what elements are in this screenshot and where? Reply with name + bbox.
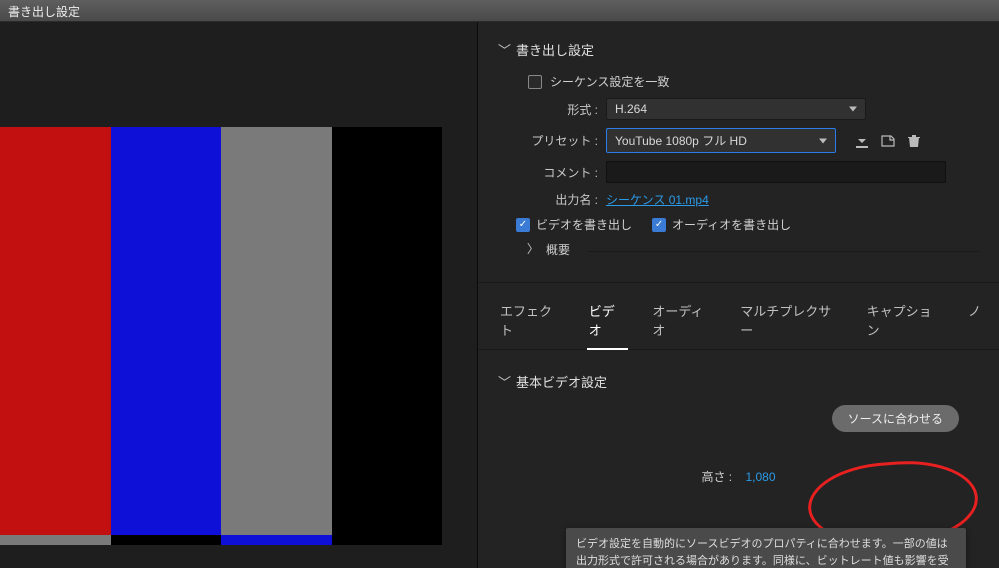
colorbars-bottom <box>0 535 442 545</box>
height-row: 高さ : 1,080 <box>498 468 979 485</box>
section-title: 書き出し設定 <box>516 40 594 59</box>
colorbar <box>332 535 443 545</box>
export-toggles-row: ビデオを書き出し オーディオを書き出し <box>516 216 979 233</box>
preview-pane <box>0 22 478 568</box>
preset-select[interactable]: YouTube 1080p フル HD <box>606 128 836 153</box>
colorbar <box>332 127 443 535</box>
export-settings-header[interactable]: ﹀ 書き出し設定 <box>498 40 979 59</box>
colorbars-top <box>0 127 442 535</box>
preset-value: YouTube 1080p フル HD <box>615 134 747 148</box>
tab-multiplexer[interactable]: マルチプレクサー <box>738 297 842 349</box>
output-name-row: 出力名 : シーケンス 01.mp4 <box>528 191 979 208</box>
basic-video-title: 基本ビデオ設定 <box>516 372 607 391</box>
tab-audio[interactable]: オーディオ <box>650 297 716 349</box>
format-label: 形式 : <box>528 101 598 118</box>
match-sequence-checkbox[interactable] <box>528 75 542 89</box>
chevron-down-icon: ﹀ <box>498 40 508 59</box>
output-name-link[interactable]: シーケンス 01.mp4 <box>606 191 709 208</box>
tabs: エフェクト ビデオ オーディオ マルチプレクサー キャプション ノ <box>478 283 999 350</box>
colorbar <box>221 127 332 535</box>
colorbar <box>0 127 111 535</box>
match-sequence-label: シーケンス設定を一致 <box>550 73 669 90</box>
tab-video[interactable]: ビデオ <box>587 297 629 349</box>
main-layout: ﹀ 書き出し設定 シーケンス設定を一致 形式 : H.264 プリセット : Y… <box>0 22 999 568</box>
basic-video-section: ﹀ 基本ビデオ設定 ソースに合わせる 高さ : 1,080 <box>478 350 999 485</box>
summary-row[interactable]: ﹀ 概要 <box>528 241 979 258</box>
basic-video-header[interactable]: ﹀ 基本ビデオ設定 <box>498 372 979 391</box>
export-video-checkbox[interactable] <box>516 218 530 232</box>
preset-row: プリセット : YouTube 1080p フル HD <box>528 128 979 153</box>
preset-label: プリセット : <box>528 132 598 149</box>
chevron-down-icon: ﹀ <box>498 372 508 391</box>
export-settings-section: ﹀ 書き出し設定 シーケンス設定を一致 形式 : H.264 プリセット : Y… <box>478 22 999 258</box>
tab-effects[interactable]: エフェクト <box>498 297 565 349</box>
colorbar <box>0 535 111 545</box>
colorbar <box>221 535 332 545</box>
video-preview <box>0 127 442 545</box>
window-title: 書き出し設定 <box>8 5 80 19</box>
height-label: 高さ : <box>701 470 732 484</box>
export-audio-label: オーディオを書き出し <box>672 216 791 233</box>
format-value: H.264 <box>615 102 647 116</box>
delete-preset-icon[interactable] <box>906 133 922 149</box>
comment-row: コメント : <box>528 161 979 183</box>
format-row: 形式 : H.264 <box>528 98 979 120</box>
tooltip-text: ビデオ設定を自動的にソースビデオのプロパティに合わせます。一部の値は出力形式で許… <box>576 538 949 568</box>
divider <box>588 251 979 252</box>
match-source-button[interactable]: ソースに合わせる <box>832 405 959 432</box>
output-name-label: 出力名 : <box>528 191 598 208</box>
format-select[interactable]: H.264 <box>606 98 866 120</box>
window-titlebar: 書き出し設定 <box>0 0 999 22</box>
colorbar <box>111 535 222 545</box>
chevron-right-icon: ﹀ <box>525 245 542 255</box>
colorbar <box>111 127 222 535</box>
comment-label: コメント : <box>528 164 598 181</box>
export-audio-checkbox[interactable] <box>652 218 666 232</box>
export-video-label: ビデオを書き出し <box>536 216 632 233</box>
tab-more[interactable]: ノ <box>966 297 983 349</box>
save-preset-icon[interactable] <box>854 133 870 149</box>
height-value[interactable]: 1,080 <box>746 470 776 484</box>
import-preset-icon[interactable] <box>880 133 896 149</box>
summary-label: 概要 <box>546 241 570 258</box>
match-sequence-row: シーケンス設定を一致 <box>528 73 979 90</box>
tab-captions[interactable]: キャプション <box>865 297 944 349</box>
settings-pane: ﹀ 書き出し設定 シーケンス設定を一致 形式 : H.264 プリセット : Y… <box>478 22 999 568</box>
match-source-tooltip: ビデオ設定を自動的にソースビデオのプロパティに合わせます。一部の値は出力形式で許… <box>566 528 966 568</box>
comment-input[interactable] <box>606 161 946 183</box>
